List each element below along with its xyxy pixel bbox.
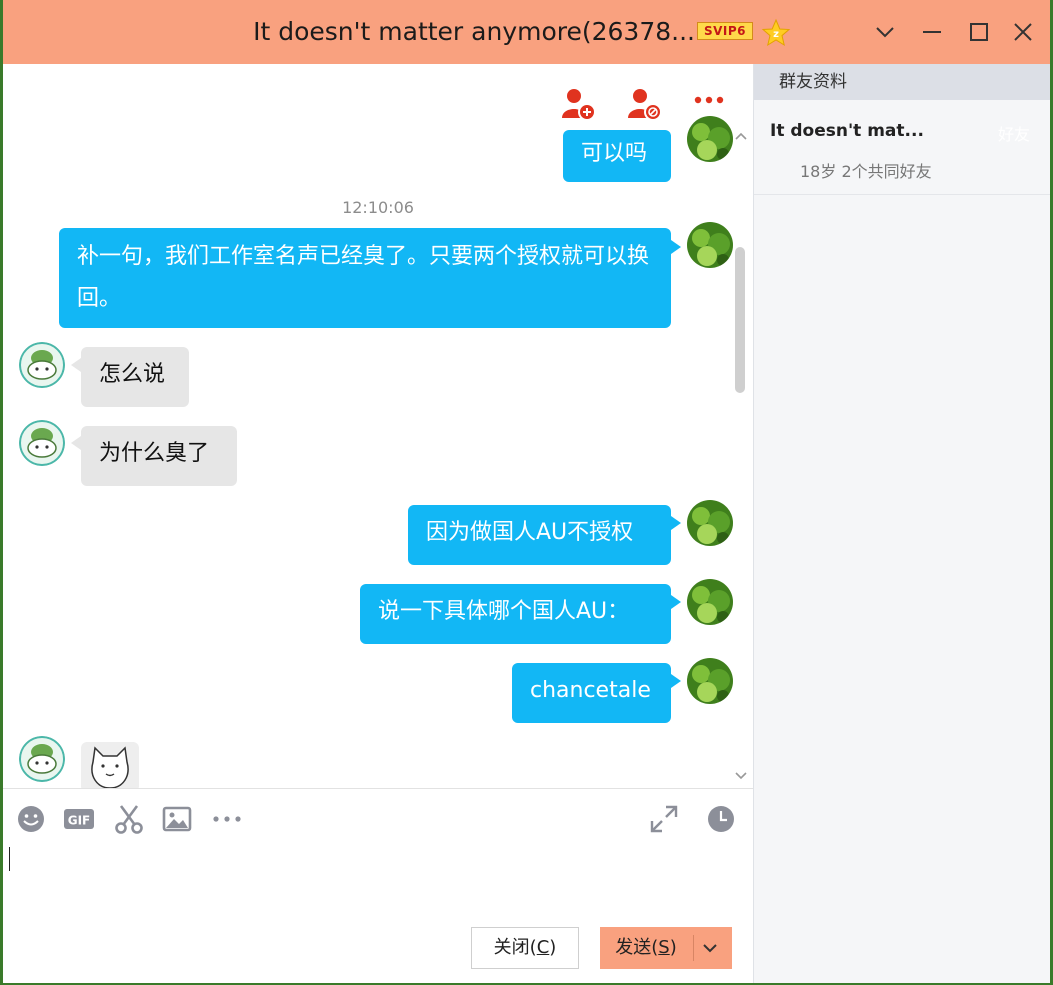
close-button[interactable]: 关闭(C) xyxy=(471,927,579,969)
scissors-icon[interactable] xyxy=(113,803,145,835)
gif-icon[interactable]: GIF xyxy=(63,803,95,835)
member-info: 18岁 2个共同好友 xyxy=(800,162,932,181)
friend-tag: 好友 xyxy=(997,125,1030,144)
message-bubble-incoming[interactable]: 为什么臭了 xyxy=(81,426,237,486)
scroll-down-icon[interactable] xyxy=(733,770,749,782)
composer: GIF 关闭(C) 发送(S) xyxy=(3,788,753,983)
message-bubble-outgoing[interactable]: 补一句，我们工作室名声已经臭了。只要两个授权就可以换回。 xyxy=(59,228,671,328)
panel-title: 群友资料 xyxy=(754,64,1050,100)
expand-icon[interactable] xyxy=(648,803,680,835)
add-friend-icon[interactable] xyxy=(559,86,597,122)
chevron-down-icon[interactable] xyxy=(867,14,903,50)
maximize-icon[interactable] xyxy=(961,14,997,50)
more-tools-icon[interactable] xyxy=(211,803,243,835)
svip-badge[interactable]: SVIP6 xyxy=(697,22,753,40)
message-bubble-outgoing[interactable]: chancetale xyxy=(512,663,671,723)
bubble-tail xyxy=(671,595,681,609)
avatar[interactable] xyxy=(687,116,733,162)
message-area[interactable]: 可以吗 12:10:06 补一句，我们工作室名声已经臭了。只要两个授权就可以换回… xyxy=(3,64,753,788)
window-title: It doesn't matter anymore(26378... xyxy=(253,17,695,46)
chat-window: It doesn't matter anymore(26378... SVIP6… xyxy=(3,0,1050,983)
message-bubble-outgoing[interactable]: 因为做国人AU不授权 xyxy=(408,505,671,565)
bubble-tail xyxy=(71,436,81,450)
bubble-tail xyxy=(671,516,681,530)
close-icon[interactable] xyxy=(1005,14,1041,50)
history-clock-icon[interactable] xyxy=(705,803,737,835)
member-info-panel: 群友资料 It doesn't mat... 好友 18岁 2个共同好友 xyxy=(753,64,1050,983)
chevron-down-icon[interactable] xyxy=(701,940,719,956)
send-button[interactable]: 发送(S) xyxy=(600,927,732,969)
timestamp: 12:10:06 xyxy=(342,198,414,217)
message-bubble-outgoing[interactable]: 说一下具体哪个国人AU： xyxy=(360,584,671,644)
member-card[interactable]: It doesn't mat... 好友 18岁 2个共同好友 xyxy=(754,100,1050,195)
message-bubble-incoming[interactable]: 怎么说 xyxy=(81,347,189,407)
scroll-up-icon[interactable] xyxy=(733,130,749,142)
avatar[interactable] xyxy=(687,222,733,268)
message-bubble-outgoing[interactable]: 可以吗 xyxy=(563,130,671,182)
svg-text:GIF: GIF xyxy=(68,814,91,828)
scrollbar-thumb[interactable] xyxy=(735,247,745,393)
bubble-tail xyxy=(71,358,81,372)
avatar[interactable] xyxy=(687,658,733,704)
avatar[interactable] xyxy=(687,500,733,546)
message-input[interactable] xyxy=(9,847,10,871)
minimize-icon[interactable] xyxy=(914,14,950,50)
cat-sticker-icon[interactable] xyxy=(81,742,139,788)
avatar[interactable] xyxy=(687,579,733,625)
avatar[interactable] xyxy=(19,736,65,782)
bubble-tail xyxy=(671,240,681,254)
avatar[interactable] xyxy=(19,342,65,388)
svg-text:z: z xyxy=(773,29,779,40)
emoji-icon[interactable] xyxy=(15,803,47,835)
star-icon[interactable]: z xyxy=(761,18,791,48)
bubble-tail xyxy=(671,674,681,688)
member-name[interactable]: It doesn't mat... xyxy=(770,121,924,141)
avatar[interactable] xyxy=(19,420,65,466)
block-user-icon[interactable] xyxy=(625,86,663,122)
title-bar: It doesn't matter anymore(26378... SVIP6… xyxy=(3,0,1050,64)
image-icon[interactable] xyxy=(161,803,193,835)
